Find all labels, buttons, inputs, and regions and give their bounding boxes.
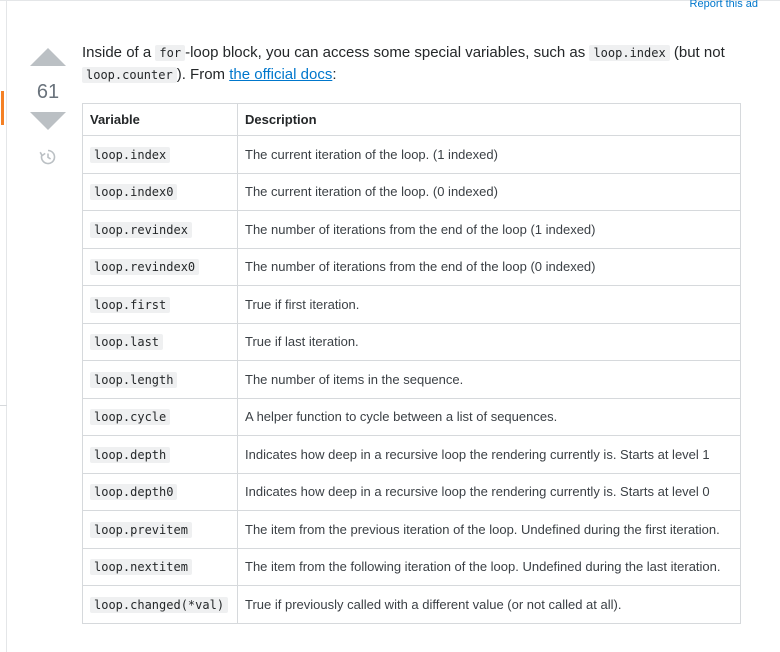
vote-cell: 61 [30,48,66,166]
variable-cell: loop.last [82,322,238,361]
variable-code: loop.index0 [90,184,178,201]
table-row: loop.first True if first iteration. [82,285,741,324]
variable-code: loop.first [90,296,171,313]
variable-cell: loop.depth0 [82,472,238,511]
variable-cell: loop.index [82,135,238,174]
intro-text: (but not [669,44,725,61]
variable-code: loop.index [90,146,171,163]
variable-code: loop.revindex [90,221,192,238]
variable-code: loop.changed(*val) [90,596,229,613]
variable-cell: loop.changed(*val) [82,585,238,624]
variable-cell: loop.previtem [82,510,238,549]
description-cell: The number of items in the sequence. [237,360,741,399]
downvote-arrow-icon[interactable] [30,112,66,130]
top-divider [0,0,780,1]
table-row: loop.nextitem The item from the followin… [82,547,741,586]
left-tick [0,405,7,406]
description-cell: The number of iterations from the end of… [237,210,741,249]
table-row: loop.index The current iteration of the … [82,135,741,174]
report-ad-link[interactable]: Report this ad [690,0,758,11]
description-cell: A helper function to cycle between a lis… [237,397,741,436]
intro-text: Inside of a [82,44,156,61]
description-cell: True if first iteration. [237,285,741,324]
table-row: loop.index0 The current iteration of the… [82,172,741,211]
description-cell: The current iteration of the loop. (1 in… [237,135,741,174]
table-row: loop.revindex0 The number of iterations … [82,247,741,286]
intro-text: : [332,66,337,83]
description-cell: Indicates how deep in a recursive loop t… [237,435,741,474]
variable-cell: loop.depth [82,435,238,474]
description-cell: The item from the following iteration of… [237,547,741,586]
history-icon[interactable] [39,148,57,166]
table-row: loop.depth Indicates how deep in a recur… [82,435,741,474]
variable-cell: loop.index0 [82,172,238,211]
column-header-description: Description [237,103,741,136]
vote-accent-bar [1,91,4,125]
variable-cell: loop.revindex0 [82,247,238,286]
table-row: loop.length The number of items in the s… [82,360,741,399]
inline-code-loop-counter: loop.counter [82,67,177,83]
official-docs-link[interactable]: the official docs [229,66,332,83]
variable-cell: loop.first [82,285,238,324]
table-row: loop.cycle A helper function to cycle be… [82,397,741,436]
vote-count: 61 [36,81,60,103]
variable-code: loop.cycle [90,409,171,426]
table-row: loop.revindex The number of iterations f… [82,210,741,249]
variable-code: loop.revindex0 [90,259,200,276]
variable-code: loop.previtem [90,521,192,538]
loop-variables-table: Variable Description loop.index The curr… [82,103,741,624]
table-row: loop.depth0 Indicates how deep in a recu… [82,472,741,511]
description-cell: True if last iteration. [237,322,741,361]
inline-code-loop-index: loop.index [589,45,670,61]
variable-code: loop.last [90,334,164,351]
column-header-variable: Variable [82,103,238,136]
left-divider [6,0,7,652]
variable-cell: loop.nextitem [82,547,238,586]
inline-code-for: for [155,45,186,61]
table-header-row: Variable Description [82,103,741,136]
table-row: loop.previtem The item from the previous… [82,510,741,549]
description-cell: Indicates how deep in a recursive loop t… [237,472,741,511]
table-row: loop.last True if last iteration. [82,322,741,361]
upvote-arrow-icon[interactable] [30,48,66,66]
answer-intro: Inside of a for -loop block, you can acce… [82,42,742,86]
intro-text: -loop block, you can access some special… [185,44,590,61]
variable-code: loop.nextitem [90,559,192,576]
table-row: loop.changed(*val) True if previously ca… [82,585,741,624]
variable-code: loop.depth0 [90,484,178,501]
variable-cell: loop.length [82,360,238,399]
answer-frame: Report this ad 61 Inside of a for -loop b… [0,0,780,652]
description-cell: The number of iterations from the end of… [237,247,741,286]
variable-cell: loop.cycle [82,397,238,436]
description-cell: The current iteration of the loop. (0 in… [237,172,741,211]
answer-body: Inside of a for -loop block, you can acce… [82,42,742,624]
variable-code: loop.depth [90,446,171,463]
variable-cell: loop.revindex [82,210,238,249]
variable-code: loop.length [90,371,178,388]
intro-text: ). From [176,66,230,83]
description-cell: True if previously called with a differe… [237,585,741,624]
description-cell: The item from the previous iteration of … [237,510,741,549]
